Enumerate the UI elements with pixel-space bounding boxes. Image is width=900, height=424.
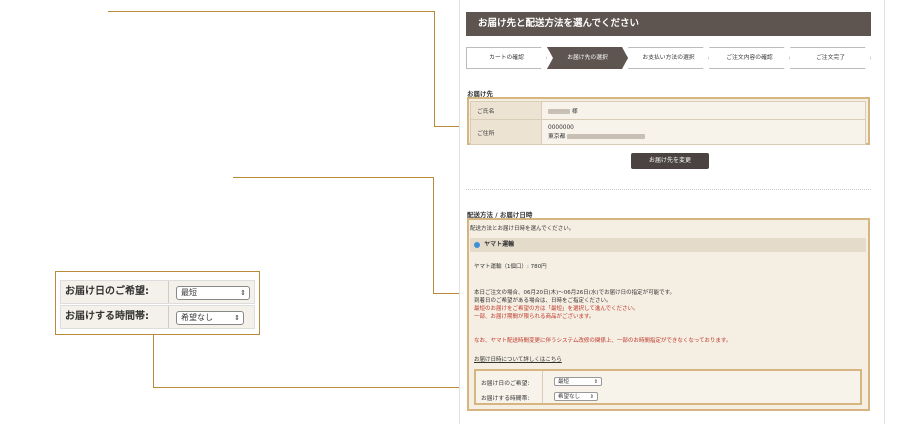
callout-line [108,11,434,12]
notice-red-1: 最短のお届けをご希望の方は「最短」を選択して進んでください。 [474,306,639,312]
step-cart: カートの確認 [466,47,547,69]
address-label: ご住所 [470,119,542,145]
callout-line [153,335,154,387]
zoom-date-select[interactable]: 最短 ⇕ [176,286,250,300]
zoom-date-row: お届け日のご希望: 最短 ⇕ [60,280,255,304]
notice-red-3: なお、ヤマト配送時間変更に伴うシステム改修の関係上、一部のお時間指定ができなくな… [474,338,732,344]
date-select[interactable]: 最短 ⇕ [554,377,602,386]
zoomed-selectors: お届け日のご希望: 最短 ⇕ お届けする時間帯: 希望なし ⇕ [55,271,260,335]
callout-line [233,177,433,178]
name-label: ご氏名 [470,101,542,120]
date-select-value: 最短 [558,379,570,385]
radio-selected-icon[interactable] [474,241,480,248]
zoom-time-row: お届けする時間帯: 希望なし ⇕ [60,305,255,329]
step-confirm: ご注文内容の確認 [709,47,790,69]
step-complete: ご注文完了 [790,47,871,69]
callout-line [153,387,475,388]
select-arrow-icon: ⇕ [234,314,240,322]
zoom-date-label: お届け日のご希望: [65,286,149,297]
select-arrow-icon: ⇕ [593,379,598,385]
page-title: お届け先と配送方法を選んでください [466,12,871,36]
date-label: お届け日のご希望: [481,381,530,387]
divider [466,189,871,190]
time-select-value: 希望なし [558,394,581,400]
carrier-label: ヤマト運輸 [484,241,515,248]
name-suffix: 様 [571,109,578,115]
step-payment: お支払い方法の選択 [628,47,709,69]
address-prefix: 東京都 [548,133,566,140]
notice-red-2: 一部、お届け期間が限られる商品がございます。 [474,314,595,320]
progress-steps: カートの確認 お届け先の選択 お支払い方法の選択 ご注文内容の確認 ご注文完了 [466,47,871,69]
notice-line-2: 到着日のご希望がある場合は、日時をご指定ください。 [474,298,612,304]
zoom-divider [168,281,169,303]
notice-line-1: 本日ご注文の場合、06月20日(木)〜06月26日(水)でお届け日の指定が可能で… [474,290,676,296]
time-label: お届けする時間帯: [481,396,530,402]
fee-line: ヤマト運輸（1個口）: 780円 [474,264,547,270]
zoom-divider [168,306,169,328]
delivery-info-link[interactable]: お届け日時について詳しくはこちら [474,355,562,363]
callout-line [434,11,435,126]
row-divider [542,371,543,403]
callout-line [433,177,434,293]
zoom-time-value: 希望なし [181,313,213,322]
select-arrow-icon: ⇕ [240,289,246,297]
zoom-time-select[interactable]: 希望なし ⇕ [176,311,244,325]
delivery-datetime-box: お届け日のご希望: 最短 ⇕ お届けする時間帯: 希望なし ⇕ [474,369,862,405]
change-address-button[interactable]: お届け先を変更 [631,153,709,169]
select-arrow-icon: ⇕ [589,394,594,400]
zoom-time-label: お届けする時間帯: [65,311,149,322]
redacted-name [548,109,570,114]
delivery-instruction: 配送方法とお届け日時を選んでください。 [470,226,575,232]
address-table: ご氏名 様 ご住所 0000000 東京都 [470,101,866,145]
address-value: 0000000 東京都 [541,119,866,145]
step-address: お届け先の選択 [547,47,628,69]
redacted-address [567,133,646,139]
zoom-date-value: 最短 [181,288,197,297]
carrier-option[interactable]: ヤマト運輸 [470,238,866,252]
name-value: 様 [541,101,866,120]
time-select[interactable]: 希望なし ⇕ [554,392,598,401]
